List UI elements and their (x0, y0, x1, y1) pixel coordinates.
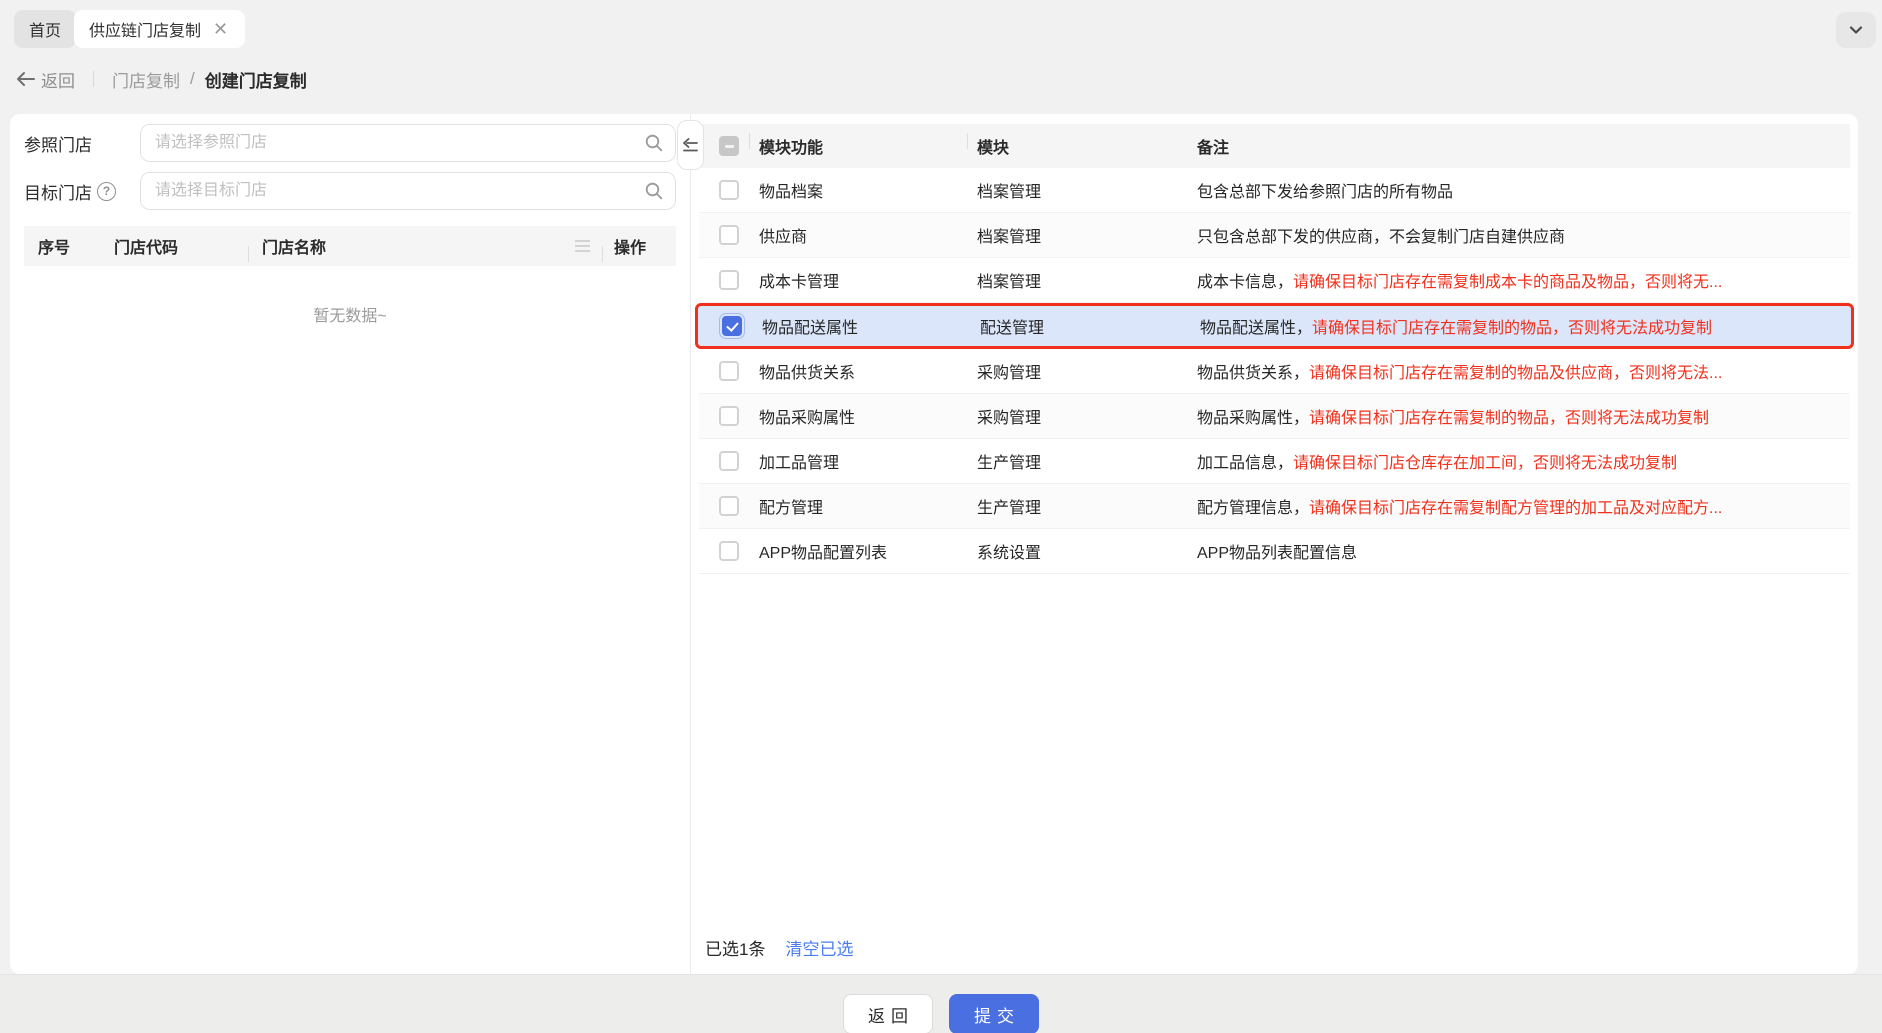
store-table-header: 序号 门店代码 门店名称 操作 (24, 226, 676, 266)
tab-bar: 首页 供应链门店复制 ✕ (0, 0, 1882, 56)
module-cell: 档案管理 (977, 184, 1042, 201)
row-checkbox[interactable] (719, 406, 739, 426)
remark-cell: 配方管理信息，请确保目标门店存在需复制配方管理的加工品及对应配方... (1197, 500, 1723, 517)
row-checkbox[interactable] (719, 225, 739, 245)
back-arrow-icon (17, 72, 35, 86)
col-store-code: 门店代码 (114, 240, 179, 257)
module-table-header: 模块功能 模块 备注 (699, 124, 1850, 168)
table-row[interactable]: 物品供货关系 采购管理 物品供货关系，请确保目标门店存在需复制的物品及供应商，否… (699, 349, 1850, 394)
collapse-panel-toggle[interactable] (677, 120, 704, 170)
chevron-down-icon[interactable] (1836, 12, 1876, 48)
target-store-input[interactable] (140, 172, 676, 210)
table-row[interactable]: 物品配送属性 配送管理 物品配送属性，请确保目标门店存在需复制的物品，否则将无法… (695, 303, 1854, 349)
row-checkbox[interactable] (719, 496, 739, 516)
col-module-function: 模块功能 (749, 133, 973, 158)
selection-bar: 已选1条 清空已选 (705, 935, 853, 960)
module-cell: 档案管理 (977, 229, 1042, 246)
module-table: 模块功能 模块 备注 物品档案 档案管理 包含总部下发给参照门店的所有物品 供应… (695, 124, 1854, 574)
select-all-checkbox[interactable] (719, 136, 739, 156)
module-cell: 生产管理 (977, 500, 1042, 517)
question-circle-icon[interactable]: ? (97, 181, 116, 201)
row-checkbox[interactable] (719, 180, 739, 200)
column-settings-icon[interactable] (562, 240, 602, 252)
col-action: 操作 (602, 234, 676, 262)
module-function-cell: 成本卡管理 (759, 274, 840, 291)
page-title: 创建门店复制 (204, 71, 307, 91)
table-row[interactable]: APP物品配置列表 系统设置 APP物品列表配置信息 (699, 529, 1850, 574)
search-icon[interactable] (644, 133, 664, 153)
breadcrumb: 返回 门店复制 / 创建门店复制 (0, 56, 307, 102)
target-store-label: 目标门店 (24, 183, 92, 203)
row-checkbox[interactable] (719, 361, 739, 381)
module-panel: 模块功能 模块 备注 物品档案 档案管理 包含总部下发给参照门店的所有物品 供应… (691, 114, 1858, 974)
divider (93, 71, 94, 87)
breadcrumb-parent[interactable]: 门店复制 (112, 67, 180, 92)
menu-fold-icon (683, 138, 698, 152)
reference-store-input[interactable] (140, 124, 676, 162)
module-cell: 配送管理 (980, 320, 1045, 337)
remark-cell: 加工品信息，请确保目标门店仓库存在加工间，否则将无法成功复制 (1197, 455, 1678, 472)
remark-cell: APP物品列表配置信息 (1197, 545, 1358, 562)
table-row[interactable]: 配方管理 生产管理 配方管理信息，请确保目标门店存在需复制配方管理的加工品及对应… (699, 484, 1850, 529)
module-function-cell: 物品配送属性 (762, 320, 859, 337)
tab-active-label: 供应链门店复制 (89, 23, 202, 40)
module-cell: 生产管理 (977, 455, 1042, 472)
selected-count: 已选1条 (705, 940, 766, 959)
col-serial: 序号 (38, 240, 71, 257)
module-cell: 采购管理 (977, 410, 1042, 427)
module-function-cell: 加工品管理 (759, 455, 840, 472)
remark-cell: 成本卡信息，请确保目标门店存在需复制成本卡的商品及物品，否则将无... (1197, 274, 1723, 291)
col-module: 模块 (967, 133, 1193, 158)
module-function-cell: 物品档案 (759, 184, 824, 201)
module-function-cell: 配方管理 (759, 500, 824, 517)
remark-cell: 包含总部下发给参照门店的所有物品 (1197, 184, 1454, 201)
col-remark: 备注 (1193, 134, 1850, 158)
module-table-body: 物品档案 档案管理 包含总部下发给参照门店的所有物品 供应商 档案管理 只包含总… (695, 168, 1854, 574)
table-row[interactable]: 加工品管理 生产管理 加工品信息，请确保目标门店仓库存在加工间，否则将无法成功复… (699, 439, 1850, 484)
reference-store-label: 参照门店 (24, 135, 92, 155)
table-row[interactable]: 物品档案 档案管理 包含总部下发给参照门店的所有物品 (699, 168, 1850, 213)
table-row[interactable]: 供应商 档案管理 只包含总部下发的供应商，不会复制门店自建供应商 (699, 213, 1850, 258)
module-function-cell: 物品采购属性 (759, 410, 856, 427)
main-card: 参照门店 目标门店 ? (10, 114, 1858, 974)
remark-cell: 物品配送属性，请确保目标门店存在需复制的物品，否则将无法成功复制 (1200, 320, 1713, 337)
module-cell: 档案管理 (977, 274, 1042, 291)
row-checkbox[interactable] (719, 451, 739, 471)
footer-bar: 返回 提交 (0, 974, 1882, 1033)
store-selection-panel: 参照门店 目标门店 ? (10, 114, 704, 974)
table-row[interactable]: 成本卡管理 档案管理 成本卡信息，请确保目标门店存在需复制成本卡的商品及物品，否… (699, 258, 1850, 303)
row-checkbox[interactable] (719, 313, 745, 339)
tab-home[interactable]: 首页 (14, 10, 77, 48)
module-function-cell: 供应商 (759, 229, 808, 246)
back-label: 返回 (41, 71, 75, 91)
module-function-cell: 物品供货关系 (759, 365, 856, 382)
clear-selected-link[interactable]: 清空已选 (785, 935, 853, 960)
page: 首页 供应链门店复制 ✕ 返回 门店复制 / 创建门店复制 参照门店 请选择参照… (0, 0, 1882, 1033)
target-store-row: 目标门店 ? (24, 172, 676, 210)
tab-supply-chain-store-copy[interactable]: 供应链门店复制 ✕ (74, 10, 246, 48)
module-cell: 采购管理 (977, 365, 1042, 382)
row-checkbox[interactable] (719, 270, 739, 290)
back-link[interactable]: 返回 (16, 67, 75, 92)
store-table: 序号 门店代码 门店名称 操作 暂无数据~ (24, 226, 676, 326)
back-button[interactable]: 返回 (843, 994, 933, 1033)
module-function-cell: APP物品配置列表 (759, 545, 888, 562)
row-checkbox[interactable] (719, 541, 739, 561)
module-cell: 系统设置 (977, 545, 1042, 562)
close-icon[interactable]: ✕ (211, 18, 230, 40)
remark-cell: 只包含总部下发的供应商，不会复制门店自建供应商 (1197, 229, 1566, 246)
remark-cell: 物品供货关系，请确保目标门店存在需复制的物品及供应商，否则将无法... (1197, 365, 1723, 382)
empty-state: 暂无数据~ (313, 308, 387, 325)
col-store-name: 门店名称 (248, 234, 562, 262)
table-row[interactable]: 物品采购属性 采购管理 物品采购属性，请确保目标门店存在需复制的物品，否则将无法… (699, 394, 1850, 439)
submit-button[interactable]: 提交 (949, 994, 1039, 1033)
breadcrumb-separator: / (190, 69, 195, 88)
search-icon[interactable] (644, 181, 664, 201)
reference-store-row: 参照门店 (24, 124, 676, 162)
remark-cell: 物品采购属性，请确保目标门店存在需复制的物品，否则将无法成功复制 (1197, 410, 1710, 427)
